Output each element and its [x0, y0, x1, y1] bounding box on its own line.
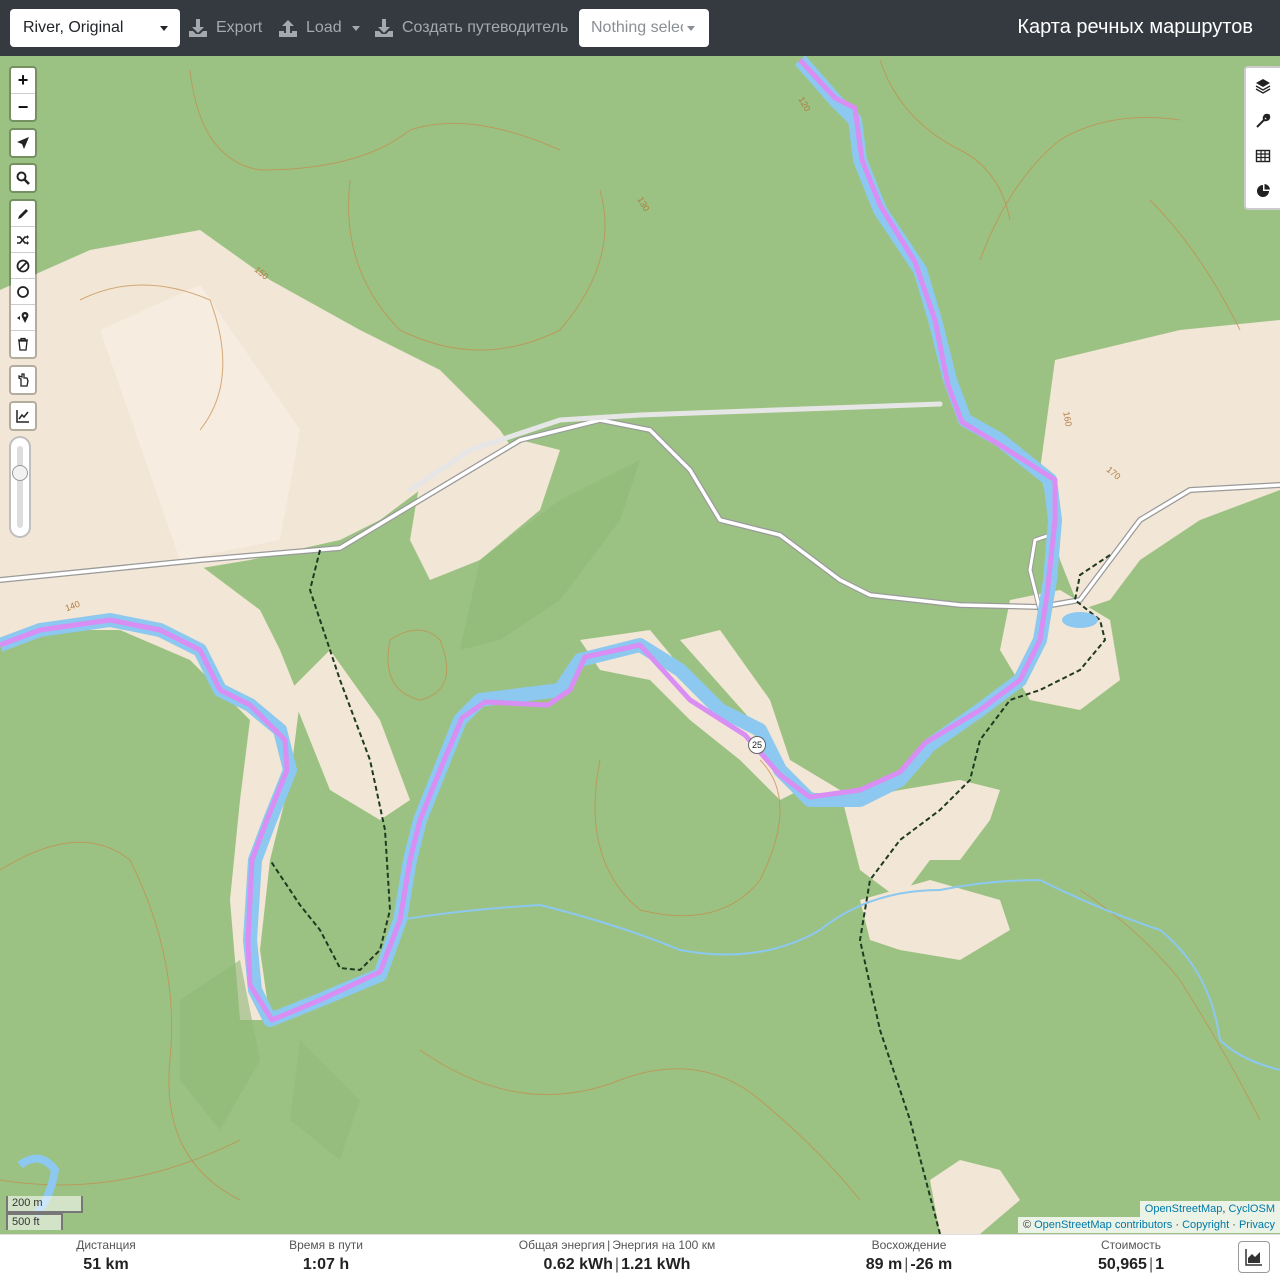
route-select[interactable]: Nothing selected: [579, 9, 709, 47]
create-guide-button[interactable]: Создать путеводитель: [374, 14, 568, 42]
locate-control: [9, 128, 37, 158]
pie-chart-icon: [1257, 183, 1270, 197]
route-marker[interactable]: 25: [748, 736, 766, 754]
stat-value: 89 m | -26 m: [865, 1256, 953, 1273]
load-button[interactable]: Load: [278, 14, 360, 42]
circle-area-button[interactable]: [11, 279, 35, 305]
map-marker-icon: [17, 311, 29, 323]
profile-select-value: River, Original: [23, 19, 124, 36]
search-button[interactable]: [11, 165, 35, 191]
trash-icon: [18, 337, 28, 351]
create-guide-label: Создать путеводитель: [402, 19, 569, 36]
locate-button[interactable]: [11, 130, 35, 156]
pencil-icon: [18, 208, 28, 219]
profile-select[interactable]: River, Original: [10, 9, 180, 47]
slider-handle[interactable]: [12, 465, 28, 481]
table-icon: [1255, 149, 1271, 162]
export-button[interactable]: Export: [188, 14, 262, 42]
elevation-chart-button[interactable]: [1238, 1241, 1270, 1273]
top-navbar: River, Original Export Load Создать путе…: [0, 0, 1280, 56]
stat-label: Общая энергия | Энергия на 100 км: [518, 1238, 716, 1252]
minus-icon: −: [17, 96, 29, 117]
download-icon: [189, 19, 207, 37]
cyclosm-link[interactable]: CyclOSM: [1229, 1203, 1275, 1215]
elevation-control: [9, 401, 37, 431]
scale-imperial: 500 ft: [6, 1213, 63, 1230]
copyright-symbol: ©: [1022, 1219, 1032, 1231]
plus-icon: +: [17, 70, 29, 90]
zoom-control: + −: [9, 66, 37, 122]
page-title: Карта речных маршрутов: [1017, 16, 1253, 38]
tile-attribution: OpenStreetMap, CyclOSM: [1139, 1201, 1280, 1217]
reverse-route-button[interactable]: [11, 227, 35, 253]
stat-time: Время в пути 1:07 h: [289, 1237, 363, 1277]
chevron-down-icon: [351, 25, 360, 31]
stat-label: Восхождение: [871, 1238, 947, 1252]
delete-button[interactable]: [11, 331, 35, 357]
stat-label: Время в пути: [289, 1238, 363, 1252]
stat-cost: Стоимость 50,965 | 1: [1098, 1237, 1164, 1277]
slider-track: [17, 446, 23, 528]
zoom-in-button[interactable]: +: [11, 68, 35, 94]
no-go-area-button[interactable]: [11, 253, 35, 279]
elevation-profile-button[interactable]: [11, 403, 35, 429]
load-label: Load: [306, 19, 342, 36]
stat-distance: Дистанция 51 km: [76, 1237, 136, 1277]
privacy-link[interactable]: Privacy: [1239, 1219, 1275, 1231]
hand-pointer-icon: [18, 373, 29, 387]
map-attribution: © OpenStreetMap contributors · Copyright…: [1017, 1217, 1280, 1233]
stat-label: Дистанция: [76, 1238, 136, 1252]
layers-button[interactable]: [1246, 68, 1280, 103]
export-label: Export: [216, 19, 263, 36]
circle-icon: [17, 285, 29, 298]
stat-label: Стоимость: [1100, 1238, 1162, 1252]
wrench-icon: [1256, 113, 1271, 128]
stat-value: 51 km: [83, 1256, 129, 1273]
chevron-down-icon: [687, 26, 695, 31]
right-toolbar: [1244, 66, 1280, 210]
shuffle-icon: [17, 234, 29, 245]
settings-button[interactable]: [1246, 103, 1280, 138]
pointer-mode-button[interactable]: [11, 367, 35, 393]
map-tiles: [0, 56, 1280, 1234]
chevron-down-icon: [160, 26, 168, 31]
route-stats-bar: Дистанция 51 km Время в пути 1:07 h Обща…: [0, 1234, 1280, 1280]
poi-marker-button[interactable]: [11, 305, 35, 331]
download-icon: [375, 19, 393, 37]
stat-value: 0.62 kWh | 1.21 kWh: [543, 1256, 691, 1273]
stat-energy: Общая энергия | Энергия на 100 км 0.62 kWh…: [519, 1237, 715, 1277]
stat-value: 50,965 | 1: [1098, 1256, 1164, 1273]
layers-icon: [1255, 78, 1271, 94]
statistics-button[interactable]: [1246, 173, 1280, 208]
search-icon: [16, 171, 30, 185]
search-control: [9, 163, 37, 193]
stat-value: 1:07 h: [302, 1256, 350, 1273]
opacity-slider[interactable]: [9, 436, 31, 538]
route-select-value: Nothing selected: [591, 19, 683, 36]
osm-contributors-link[interactable]: OpenStreetMap contributors: [1034, 1219, 1172, 1231]
osm-link[interactable]: OpenStreetMap: [1145, 1203, 1223, 1215]
stat-ascent: Восхождение 89 m | -26 m: [866, 1237, 952, 1277]
draw-route-button[interactable]: [11, 201, 35, 227]
copyright-link[interactable]: Copyright: [1182, 1219, 1229, 1231]
draw-toolbar: [9, 199, 37, 359]
cursor-control: [9, 365, 37, 395]
upload-icon: [279, 20, 297, 37]
table-button[interactable]: [1246, 138, 1280, 173]
ban-icon: [16, 259, 30, 272]
scale-metric: 200 m: [6, 1196, 83, 1213]
area-chart-icon: [1245, 1249, 1262, 1266]
map-canvas[interactable]: 25 120 140 130 150 160 170 + − 200 m 500…: [0, 56, 1280, 1234]
location-arrow-icon: [17, 137, 29, 149]
zoom-out-button[interactable]: −: [11, 94, 35, 120]
line-chart-icon: [16, 410, 29, 423]
